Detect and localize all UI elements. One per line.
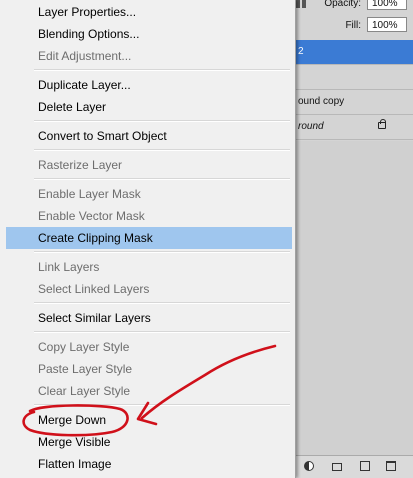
lock-options-icon[interactable] [296, 0, 320, 8]
menu-item-label: Merge Down [38, 413, 107, 427]
menu-item-link-layers: Link Layers [6, 256, 292, 278]
menu-item-blending-options[interactable]: Blending Options... [6, 23, 292, 45]
layer-context-menu: Layer Properties... Blending Options... … [0, 0, 296, 478]
menu-item-copy-layer-style: Copy Layer Style [6, 336, 292, 358]
menu-separator [34, 331, 290, 333]
menu-item-delete-layer[interactable]: Delete Layer [6, 96, 292, 118]
opacity-field[interactable]: 100% [367, 0, 407, 10]
fill-row: Fill: 100% [286, 16, 413, 36]
menu-separator [34, 251, 290, 253]
menu-item-label: Select Linked Layers [38, 282, 150, 296]
menu-item-rasterize-layer: Rasterize Layer [6, 154, 292, 176]
fill-field[interactable]: 100% [367, 17, 407, 32]
menu-item-label: Enable Layer Mask [38, 187, 141, 201]
layer-name: 2 [298, 46, 304, 57]
menu-separator [34, 302, 290, 304]
layer-row-selected[interactable]: 2 [286, 40, 413, 65]
menu-item-label: Rasterize Layer [38, 158, 123, 172]
menu-separator [34, 404, 290, 406]
layers-footer [286, 455, 413, 478]
menu-item-enable-layer-mask: Enable Layer Mask [6, 183, 292, 205]
menu-separator [34, 149, 290, 151]
menu-item-label: Merge Visible [38, 435, 111, 449]
menu-item-label: Copy Layer Style [38, 340, 130, 354]
menu-item-edit-adjustment: Edit Adjustment... [6, 45, 292, 67]
new-layer-icon[interactable] [360, 461, 370, 471]
menu-item-clear-layer-style: Clear Layer Style [6, 380, 292, 402]
menu-item-label: Enable Vector Mask [38, 209, 145, 223]
menu-item-label: Flatten Image [38, 457, 112, 471]
menu-item-enable-vector-mask: Enable Vector Mask [6, 205, 292, 227]
menu-item-label: Link Layers [38, 260, 100, 274]
layer-row[interactable] [286, 65, 413, 90]
layers-list-empty [286, 141, 413, 456]
menu-item-label: Delete Layer [38, 100, 107, 114]
layer-name: round [298, 121, 324, 132]
menu-item-flatten-image[interactable]: Flatten Image [6, 453, 292, 475]
menu-item-label: Duplicate Layer... [38, 78, 131, 92]
menu-item-paste-layer-style: Paste Layer Style [6, 358, 292, 380]
menu-item-label: Paste Layer Style [38, 362, 133, 376]
group-folder-icon[interactable] [332, 463, 342, 471]
opacity-row: Opacity: 100% [286, 0, 413, 14]
layer-name: ound copy [298, 96, 345, 107]
menu-item-create-clipping-mask[interactable]: Create Clipping Mask [6, 227, 292, 249]
lock-icon [378, 119, 386, 129]
menu-item-label: Select Similar Layers [38, 311, 151, 325]
menu-item-convert-smart-object[interactable]: Convert to Smart Object [6, 125, 292, 147]
menu-item-duplicate-layer[interactable]: Duplicate Layer... [6, 74, 292, 96]
menu-item-merge-down[interactable]: Merge Down [6, 409, 292, 431]
menu-item-select-similar-layers[interactable]: Select Similar Layers [6, 307, 292, 329]
menu-separator [34, 120, 290, 122]
menu-item-select-linked-layers: Select Linked Layers [6, 278, 292, 300]
adjustment-layer-icon[interactable] [304, 461, 314, 471]
menu-item-merge-visible[interactable]: Merge Visible [6, 431, 292, 453]
menu-separator [34, 178, 290, 180]
menu-item-label: Create Clipping Mask [38, 231, 153, 245]
layer-row[interactable]: ound copy [286, 90, 413, 115]
layers-panel: Opacity: 100% Fill: 100% 2 ound copy rou… [286, 0, 413, 478]
trash-icon[interactable] [386, 461, 396, 471]
menu-item-label: Blending Options... [38, 27, 140, 41]
menu-item-label: Edit Adjustment... [38, 49, 132, 63]
opacity-label: Opacity: [324, 0, 361, 9]
layer-row-background[interactable]: round [286, 115, 413, 140]
menu-item-label: Clear Layer Style [38, 384, 131, 398]
fill-label: Fill: [345, 20, 361, 31]
menu-item-label: Convert to Smart Object [38, 129, 167, 143]
menu-separator [34, 69, 290, 71]
menu-item-layer-properties[interactable]: Layer Properties... [6, 1, 292, 23]
menu-item-label: Layer Properties... [38, 5, 137, 19]
